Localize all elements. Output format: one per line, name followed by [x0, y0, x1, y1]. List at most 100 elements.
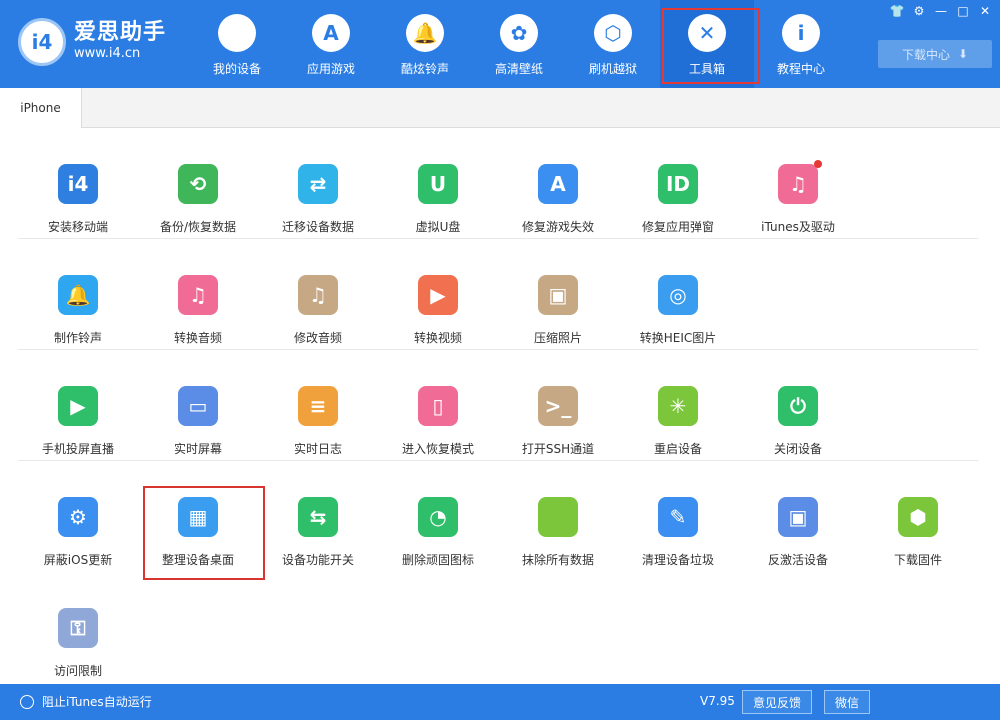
tool-label: 修复游戏失效	[521, 220, 594, 234]
toolbox-grid: i4 安装移动端 ⟲ 备份/恢复数据 ⇄ 迁移设备数据 U 虚拟U盘 A 修复游戏失效 ID 修复应用…	[0, 128, 1000, 684]
tool-icon: ⟲	[178, 164, 218, 204]
tool-item[interactable]: ▭ 实时屏幕	[138, 350, 258, 461]
tool-icon: ▯	[418, 386, 458, 426]
tool-icon: ✳	[658, 386, 698, 426]
tool-icon: A	[538, 164, 578, 204]
status-bar: 阻止iTunes自动运行 V7.95 意见反馈 微信	[0, 684, 1000, 720]
tool-row: ▶ 手机投屏直播 ▭ 实时屏幕 ≡ 实时日志 ▯ 进入恢复模式 >_ 打开SSH通道 ✳ 重启设备 ⏻ 关…	[18, 350, 978, 461]
tool-row: 🔔 制作铃声 ♫ 转换音频 ♫ 修改音频 ▶ 转换视频 ▣ 压缩照片 ◎ 转换HEIC图片	[18, 239, 978, 350]
tool-label: 迁移设备数据	[281, 220, 354, 234]
tool-row: ⚿ 访问限制	[18, 572, 978, 683]
wechat-button[interactable]: 微信	[824, 690, 871, 714]
nav-ringtones[interactable]: 🔔 酷炫铃声	[378, 0, 472, 88]
nav-my-device[interactable]: 我的设备	[190, 0, 284, 88]
title-bar: i4 爱思助手 www.i4.cn 我的设备 A 应用游戏 🔔 酷炫铃声 ✿ 高清壁纸 ⬡ 刷机…	[0, 0, 1000, 88]
tool-item[interactable]: ≡ 实时日志	[258, 350, 378, 461]
close-icon[interactable]: ✕	[974, 2, 996, 20]
minimize-icon[interactable]: —	[930, 2, 952, 20]
tool-icon: ▣	[778, 497, 818, 537]
tool-item[interactable]: 🔔 制作铃声	[18, 239, 138, 350]
tool-item[interactable]: ▣ 压缩照片	[498, 239, 618, 350]
tool-icon	[538, 497, 578, 537]
tool-label: 转换视频	[413, 331, 462, 345]
tool-item[interactable]: ♫ 修改音频	[258, 239, 378, 350]
tool-label: iTunes及驱动	[761, 220, 835, 234]
tool-label: 屏蔽iOS更新	[43, 553, 113, 567]
tutorials-icon: i	[782, 14, 820, 52]
tool-item[interactable]: ⬢ 下载固件	[858, 461, 978, 572]
tool-item[interactable]: ▣ 反激活设备	[738, 461, 858, 572]
tool-icon: ⇆	[298, 497, 338, 537]
tool-item[interactable]: >_ 打开SSH通道	[498, 350, 618, 461]
tool-icon: ▭	[178, 386, 218, 426]
tool-icon: ✎	[658, 497, 698, 537]
tool-label: 安装移动端	[47, 220, 108, 234]
tool-label: 压缩照片	[533, 331, 582, 345]
nav-flash-jailbreak[interactable]: ⬡ 刷机越狱	[566, 0, 660, 88]
tool-item[interactable]: i4 安装移动端	[18, 128, 138, 239]
radio-icon	[20, 694, 34, 709]
tool-row: ⚙ 屏蔽iOS更新 ▦ 整理设备桌面 ⇆ 设备功能开关 ◔ 删除顽固图标 抹除所有数据 ✎ 清理设备…	[18, 461, 978, 572]
tool-item[interactable]: ⚿ 访问限制	[18, 572, 138, 683]
tool-item[interactable]: ⟲ 备份/恢复数据	[138, 128, 258, 239]
tool-item[interactable]: ⇄ 迁移设备数据	[258, 128, 378, 239]
tool-icon: i4	[58, 164, 98, 204]
tool-item[interactable]: ⇆ 设备功能开关	[258, 461, 378, 572]
tool-item[interactable]: ◎ 转换HEIC图片	[618, 239, 738, 350]
tool-icon: ◔	[418, 497, 458, 537]
tool-label: 整理设备桌面	[161, 553, 234, 567]
tool-label: 删除顽固图标	[401, 553, 474, 567]
tool-item[interactable]: ▦ 整理设备桌面	[138, 461, 258, 572]
tool-item[interactable]: ✎ 清理设备垃圾	[618, 461, 738, 572]
skin-icon[interactable]: 👕	[886, 2, 908, 20]
nav-label: 酷炫铃声	[400, 62, 449, 76]
tool-icon: ⏻	[778, 386, 818, 426]
tool-item[interactable]: ♫ iTunes及驱动	[738, 128, 858, 239]
nav-apps-games[interactable]: A 应用游戏	[284, 0, 378, 88]
tool-item[interactable]: ▶ 手机投屏直播	[18, 350, 138, 461]
tool-item[interactable]: ⏻ 关闭设备	[738, 350, 858, 461]
tool-item[interactable]: A 修复游戏失效	[498, 128, 618, 239]
tool-item[interactable]: ⚙ 屏蔽iOS更新	[18, 461, 138, 572]
settings-icon[interactable]: ⚙	[908, 2, 930, 20]
tool-item[interactable]: ♫ 转换音频	[138, 239, 258, 350]
tool-item[interactable]: ▶ 转换视频	[378, 239, 498, 350]
tool-icon: ♫	[298, 275, 338, 315]
tool-item[interactable]: ID 修复应用弹窗	[618, 128, 738, 239]
device-tab-bar: iPhone	[0, 88, 1000, 128]
tool-label: 实时日志	[293, 442, 342, 456]
maximize-icon[interactable]: □	[952, 2, 974, 20]
tool-icon: ⇄	[298, 164, 338, 204]
main-nav: 我的设备 A 应用游戏 🔔 酷炫铃声 ✿ 高清壁纸 ⬡ 刷机越狱 ✕ 工具箱 i 教程中心	[190, 0, 848, 88]
tool-icon: U	[418, 164, 458, 204]
tab-iphone[interactable]: iPhone	[0, 88, 82, 128]
tool-label: 虚拟U盘	[415, 220, 461, 234]
tool-item[interactable]: ▯ 进入恢复模式	[378, 350, 498, 461]
tool-label: 实时屏幕	[173, 442, 222, 456]
tool-item[interactable]: U 虚拟U盘	[378, 128, 498, 239]
tool-label: 反激活设备	[767, 553, 828, 567]
nav-label: 我的设备	[212, 62, 261, 76]
tool-item[interactable]: 抹除所有数据	[498, 461, 618, 572]
block-itunes-toggle[interactable]: 阻止iTunes自动运行	[20, 693, 152, 710]
ringtones-icon: 🔔	[406, 14, 444, 52]
nav-label: 应用游戏	[306, 62, 355, 76]
nav-tutorials[interactable]: i 教程中心	[754, 0, 848, 88]
nav-toolbox[interactable]: ✕ 工具箱	[660, 0, 760, 88]
download-center-button[interactable]: 下载中心 ⬇	[878, 40, 992, 68]
tool-icon: 🔔	[58, 275, 98, 315]
nav-wallpapers[interactable]: ✿ 高清壁纸	[472, 0, 566, 88]
tool-icon: ⚙	[58, 497, 98, 537]
tool-label: 打开SSH通道	[521, 442, 595, 456]
tool-icon: ≡	[298, 386, 338, 426]
tool-item[interactable]: ✳ 重启设备	[618, 350, 738, 461]
tool-label: 制作铃声	[53, 331, 102, 345]
version-label: V7.95	[700, 694, 735, 708]
tool-row: i4 安装移动端 ⟲ 备份/恢复数据 ⇄ 迁移设备数据 U 虚拟U盘 A 修复游戏失效 ID 修复应用…	[18, 128, 978, 239]
tool-label: 手机投屏直播	[41, 442, 114, 456]
toolbox-icon: ✕	[688, 14, 726, 52]
tool-item[interactable]: ◔ 删除顽固图标	[378, 461, 498, 572]
feedback-button[interactable]: 意见反馈	[742, 690, 813, 714]
tool-icon: ▣	[538, 275, 578, 315]
download-center-label: 下载中心	[901, 47, 950, 62]
